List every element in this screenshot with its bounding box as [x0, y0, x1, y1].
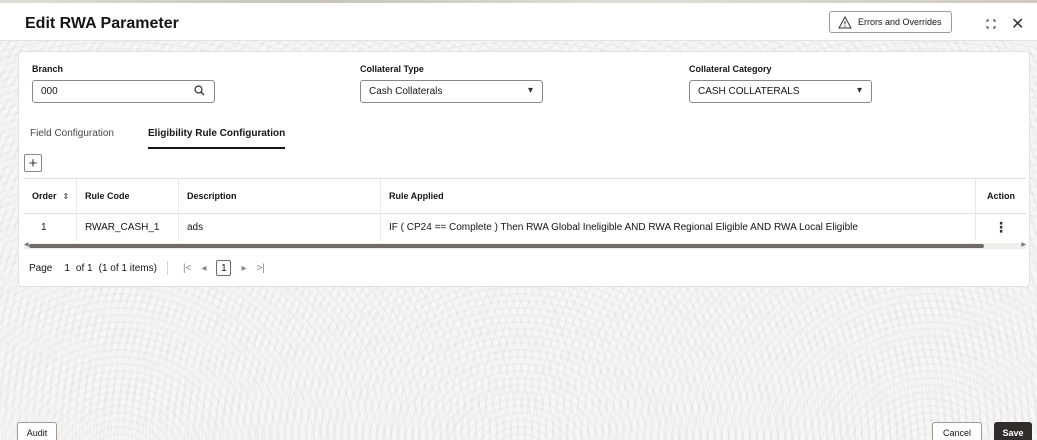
table-cell-rule-applied: IF ( CP24 == Complete ) Then RWA Global … — [380, 213, 975, 241]
collateral-category-label: Collateral Category — [689, 64, 772, 74]
errors-and-overrides-label: Errors and Overrides — [858, 17, 942, 27]
collateral-type-select[interactable]: Cash Collaterals ▾ — [360, 80, 543, 103]
pagination-divider — [166, 261, 168, 275]
branch-value: 000 — [41, 86, 58, 97]
close-icon[interactable]: ✕ — [1011, 14, 1024, 34]
audit-button[interactable]: Audit — [17, 422, 57, 440]
collateral-type-label: Collateral Type — [360, 64, 424, 74]
column-header-order[interactable]: Order ⇕ — [24, 179, 76, 213]
errors-and-overrides-button[interactable]: Errors and Overrides — [829, 11, 952, 33]
column-header-action: Action — [975, 179, 1026, 213]
branch-label: Branch — [32, 64, 64, 74]
warning-triangle-icon — [838, 15, 852, 28]
dropdown-arrow-icon: ▾ — [856, 85, 862, 96]
scroll-right-icon[interactable]: ▶ — [1021, 241, 1026, 248]
sort-icon[interactable]: ⇕ — [63, 192, 70, 201]
current-page: 1 — [64, 262, 70, 274]
page-header: Edit RWA Parameter Errors and Overrides … — [0, 3, 1037, 41]
branch-field[interactable]: 000 — [32, 80, 215, 103]
collateral-category-select[interactable]: CASH COLLATERALS ▾ — [689, 80, 872, 103]
save-button[interactable]: Save — [994, 422, 1032, 440]
rwa-parameter-card: Branch 000 Collateral Type Cash Collater… — [18, 51, 1030, 287]
previous-page-icon[interactable]: ◂ — [201, 263, 206, 274]
page-number-button[interactable]: 1 — [216, 260, 232, 276]
next-page-icon[interactable]: ▸ — [241, 263, 246, 274]
column-header-description: Description — [178, 179, 380, 213]
rules-table: Order ⇕ Rule Code Description Rule Appli… — [24, 178, 1026, 250]
total-pages: of 1 — [75, 262, 93, 274]
horizontal-scrollbar[interactable]: ◀ ▶ — [24, 241, 1026, 249]
first-page-icon[interactable]: |< — [183, 263, 191, 274]
add-rule-button[interactable]: + — [24, 154, 42, 172]
page-label: Page — [29, 262, 53, 274]
expand-icon[interactable] — [985, 18, 997, 30]
tab-field-configuration[interactable]: Field Configuration — [30, 128, 114, 147]
last-page-icon[interactable]: >| — [256, 263, 264, 274]
pagination: Page 1 of 1 (1 of 1 items) |< ◂ 1 ▸ >| — [29, 258, 270, 278]
collateral-category-value: CASH COLLATERALS — [698, 86, 800, 97]
items-count: (1 of 1 items) — [98, 262, 157, 274]
plus-icon: + — [28, 154, 38, 172]
page-title: Edit RWA Parameter — [25, 15, 179, 32]
scroll-left-icon[interactable]: ◀ — [24, 241, 29, 248]
column-header-rule-code: Rule Code — [76, 179, 178, 213]
tab-eligibility-rule-configuration[interactable]: Eligibility Rule Configuration — [148, 128, 286, 149]
cancel-button[interactable]: Cancel — [932, 422, 982, 440]
dropdown-arrow-icon: ▾ — [527, 85, 533, 96]
column-header-rule-applied: Rule Applied — [380, 179, 975, 213]
table-cell-action: ⋮ — [975, 213, 1026, 241]
scrollbar-thumb[interactable] — [29, 244, 984, 248]
table-cell-rule-code: RWAR_CASH_1 — [76, 213, 178, 241]
search-icon[interactable] — [194, 85, 205, 99]
table-cell-order: 1 — [24, 213, 76, 241]
more-actions-icon[interactable]: ⋮ — [994, 219, 1008, 236]
collateral-type-value: Cash Collaterals — [369, 86, 443, 97]
table-cell-description: ads — [178, 213, 380, 241]
